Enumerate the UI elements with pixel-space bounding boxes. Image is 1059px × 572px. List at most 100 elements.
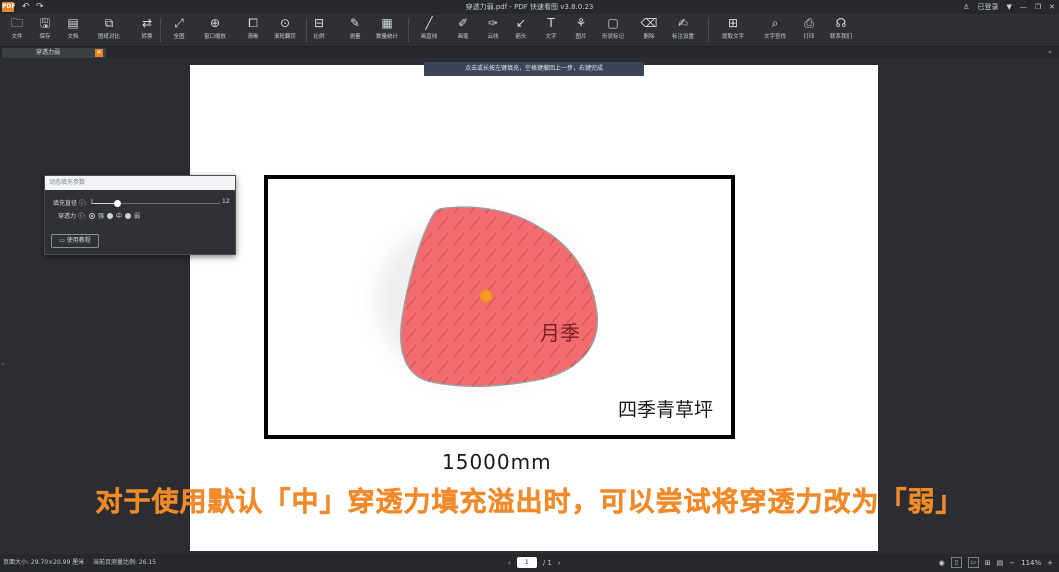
penetration-radio-strong[interactable] xyxy=(88,212,95,219)
tutorial-button[interactable]: ▭ 使用教程 xyxy=(51,234,99,248)
diameter-max: 12 xyxy=(222,198,230,205)
penetration-radio-weak[interactable] xyxy=(124,212,131,219)
toolbar-print-button[interactable]: ⎙ 打印 xyxy=(794,16,824,41)
next-page-icon[interactable]: › xyxy=(558,559,561,567)
chevron-down-icon[interactable]: ⌄ xyxy=(1047,47,1053,55)
toolbar-arrow-button[interactable]: ↙ 箭头 xyxy=(506,16,536,41)
toolbar-line-button[interactable]: ╱ 画直线 xyxy=(414,16,444,41)
toolbar-label: 文档 xyxy=(67,34,79,40)
toolbar-eraser-button[interactable]: ⌫ 删除 xyxy=(634,16,664,41)
extract-text-icon: ⊞ xyxy=(727,16,739,30)
toolbar-label: 打印 xyxy=(803,34,815,40)
toolbar-label: 联系我们 xyxy=(829,34,852,40)
headset-icon: ☊ xyxy=(835,16,847,30)
status-bar: 页面大小: 29.70×20.99 厘米 当前页测量比例: 26.15 ‹ 1 … xyxy=(0,554,1059,572)
toolbar-separator xyxy=(708,18,709,42)
page-number-input[interactable]: 1 xyxy=(516,557,537,568)
toolbar-label: 删除 xyxy=(643,34,655,40)
toolbar-save-button[interactable]: 🖫 保存 xyxy=(30,16,60,41)
penetration-radio-medium[interactable] xyxy=(106,212,113,219)
toolbar-convert-button[interactable]: ⇄ 转换 xyxy=(132,16,162,41)
diameter-slider-thumb[interactable] xyxy=(113,200,121,207)
operation-hint: 点击或长按左键填充，空格键撤回上一步，右键完成 xyxy=(424,62,644,76)
toolbar-document-button[interactable]: ▤ 文档 xyxy=(58,16,88,41)
eye-icon[interactable]: ◉ xyxy=(939,559,945,567)
annotation-settings-icon: ✍ xyxy=(677,16,689,30)
text-icon: T xyxy=(547,16,555,30)
penetration-option-weak: 弱 xyxy=(133,213,140,220)
drawing-canvas[interactable]: 月季 四季青草坪 15000mm xyxy=(190,65,878,551)
eraser-icon: ⌫ xyxy=(640,16,658,30)
login-status[interactable]: 已登录 xyxy=(977,1,998,13)
toolbar-label: 画笔 xyxy=(457,34,469,40)
toolbar-measure-button[interactable]: ✎ 测量 xyxy=(340,16,370,41)
measure-scale[interactable]: 当前页测量比例: 26.15 xyxy=(93,559,156,567)
annotation-text: 月季 xyxy=(540,321,580,345)
toolbar-image-button[interactable]: ⚘ 图片 xyxy=(566,16,596,41)
save-icon: 🖫 xyxy=(39,16,51,30)
document-tab[interactable]: 穿透力弱 ✕ xyxy=(2,48,106,58)
tab-close-icon[interactable]: ✕ xyxy=(95,49,103,57)
toolbar-search-button[interactable]: ⌕ 文字查找 xyxy=(760,16,790,41)
collapse-left-icon[interactable]: › xyxy=(2,361,4,368)
toolbar-label: 云线 xyxy=(487,34,499,40)
toolbar-pen-button[interactable]: ✐ 画笔 xyxy=(448,16,478,41)
toolbar-label: 窗口缩放 xyxy=(203,34,226,40)
page-navigator: ‹ 1 / 1 › xyxy=(508,557,561,568)
continuous-page-icon[interactable]: ▭ xyxy=(967,557,979,568)
video-subtitle: 对于使用默认「中」穿透力填充溢出时，可以尝试将穿透力改为「弱」 xyxy=(95,487,964,519)
count-icon: ▦ xyxy=(381,16,393,30)
toolbar-scale-button[interactable]: ⊟ 比例 xyxy=(304,16,334,41)
user-icon[interactable]: ♙ xyxy=(963,1,969,13)
toolbar-extract-text-button[interactable]: ⊞ 提取文字 xyxy=(718,16,748,41)
menu-dropdown-icon[interactable]: ▼ xyxy=(1006,1,1011,13)
toolbar-clarity-button[interactable]: ⧠ 清晰 xyxy=(238,16,268,41)
dimension-label: 15000mm xyxy=(442,450,552,474)
toolbar-zoom-window-button[interactable]: ⊕ 窗口缩放 xyxy=(200,16,230,41)
clarity-icon: ⧠ xyxy=(248,16,258,30)
fill-seed-point[interactable] xyxy=(479,289,493,303)
toolbar-label: 滚轮翻页 xyxy=(273,34,296,40)
fit-all-icon: ⤢ xyxy=(174,16,184,30)
area-label: 四季青草坪 xyxy=(618,399,713,421)
toolbar-folder-button[interactable]: 🗀 文件 xyxy=(2,16,32,41)
cloud-icon: ✑ xyxy=(487,16,499,30)
toolbar-headset-button[interactable]: ☊ 联系我们 xyxy=(826,16,856,41)
toolbar-shape-button[interactable]: ▢ 形状标记 xyxy=(598,16,628,41)
line-icon: ╱ xyxy=(425,16,433,30)
toolbar-mouse-wheel-button[interactable]: ⊙ 滚轮翻页 xyxy=(270,16,300,41)
maximize-icon[interactable]: ❐ xyxy=(1035,1,1041,13)
toolbar-annotation-settings-button[interactable]: ✍ 标注设置 xyxy=(668,16,698,41)
image-icon: ⚘ xyxy=(575,16,587,30)
penetration-option-strong: 强 xyxy=(97,213,104,220)
toolbar-count-button[interactable]: ▦ 数量统计 xyxy=(372,16,402,41)
tutorial-button-label: 使用教程 xyxy=(66,237,91,244)
penetration-option-medium: 中 xyxy=(115,213,122,220)
prev-page-icon[interactable]: ‹ xyxy=(508,559,511,567)
toolbar-cloud-button[interactable]: ✑ 云线 xyxy=(478,16,508,41)
diameter-row: 填充直径 ⓘ: 1 xyxy=(53,198,94,207)
pdf-page[interactable]: 月季 四季青草坪 15000mm xyxy=(190,65,878,551)
list-view-icon[interactable]: ▤ xyxy=(997,559,1004,567)
minimize-icon[interactable]: — xyxy=(1020,1,1027,13)
penetration-row: 穿透力 ⓘ: 强 中 弱 xyxy=(58,211,140,220)
toolbar-fit-all-button[interactable]: ⤢ 全图 xyxy=(164,16,194,41)
zoom-out-icon[interactable]: − xyxy=(1009,559,1015,567)
tab-bar: 穿透力弱 ✕ ⌄ xyxy=(0,47,1059,58)
single-page-icon[interactable]: ▯ xyxy=(950,557,962,568)
zoom-level[interactable]: 114% xyxy=(1021,559,1041,567)
page-size: 页面大小: 29.70×20.99 厘米 xyxy=(3,559,85,566)
toolbar-compare-button[interactable]: ⧉ 图纸对比 xyxy=(94,16,124,41)
diameter-label: 填充直径 ⓘ: xyxy=(53,200,87,207)
diameter-max-wrap: 12 xyxy=(222,198,230,205)
toolbar-label: 文件 xyxy=(11,34,23,40)
scale-icon: ⊟ xyxy=(313,16,325,30)
convert-icon: ⇄ xyxy=(141,16,153,30)
pen-icon: ✐ xyxy=(457,16,469,30)
window-title: 穿透力弱.pdf - PDF 快速看图 v3.8.0.23 xyxy=(465,3,594,11)
toolbar-label: 箭头 xyxy=(515,34,527,40)
grid-view-icon[interactable]: ⊞ xyxy=(985,559,991,567)
toolbar-text-button[interactable]: T 文字 xyxy=(536,16,566,41)
close-icon[interactable]: ✕ xyxy=(1049,1,1055,13)
zoom-in-icon[interactable]: + xyxy=(1047,559,1053,567)
